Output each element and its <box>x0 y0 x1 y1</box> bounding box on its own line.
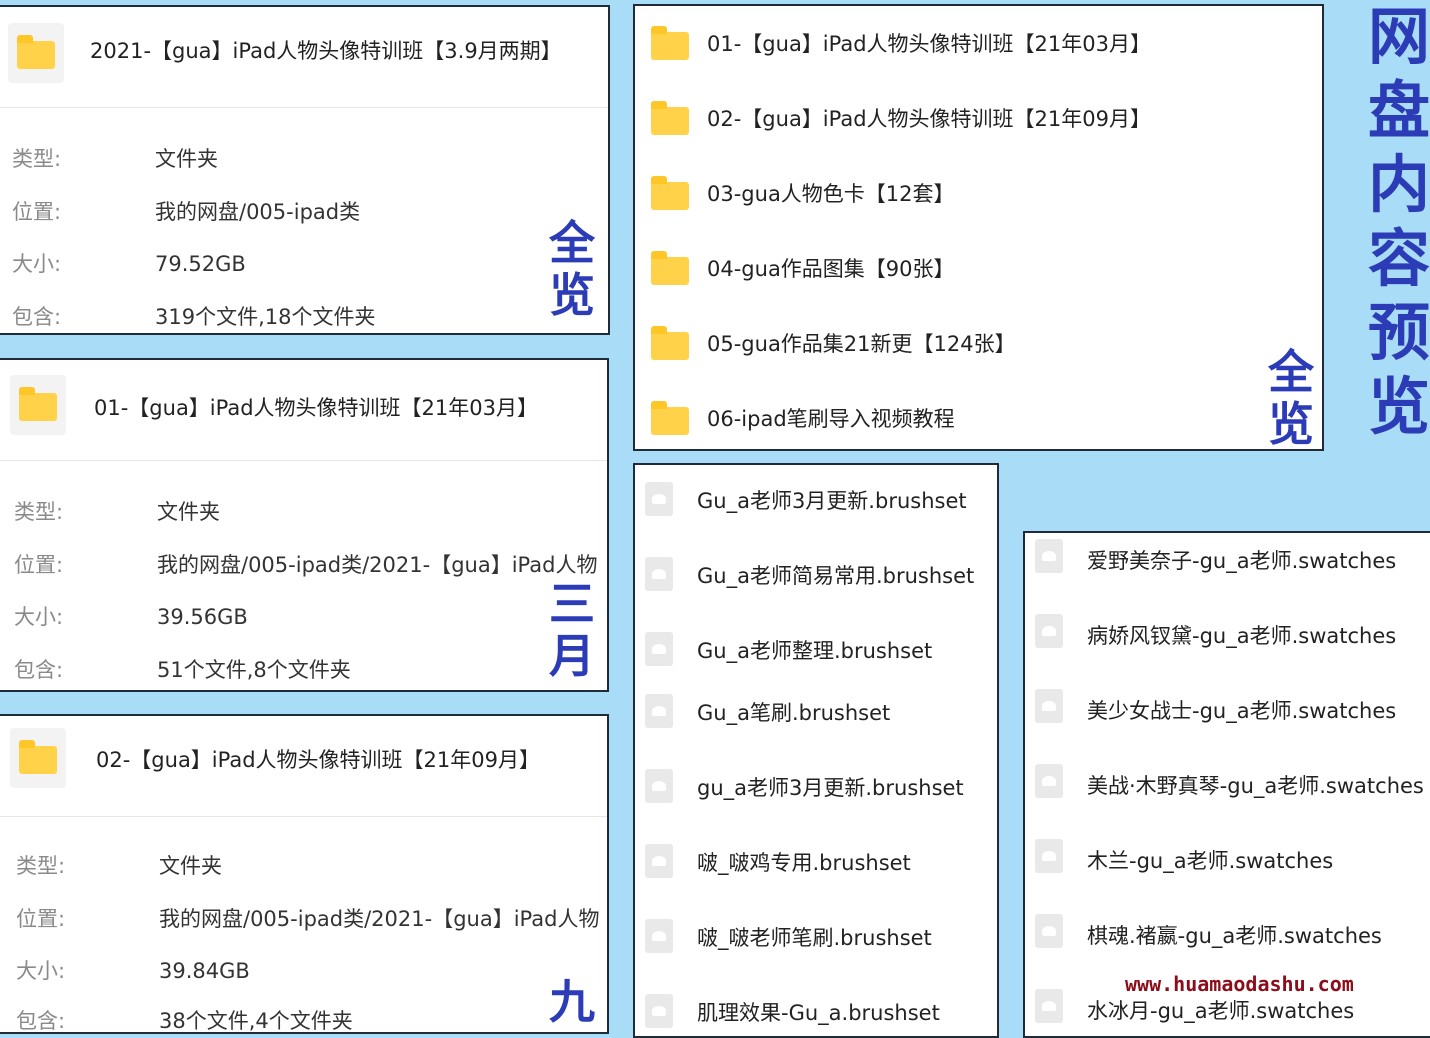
info-row-type: 类型: 文件夹 <box>12 147 218 171</box>
info-row-location: 位置: 我的网盘/005-ipad类/2021-【gua】iPad人物 <box>14 553 598 577</box>
file-icon <box>1035 839 1063 873</box>
file-icon <box>1035 689 1063 723</box>
folder-icon <box>651 26 689 60</box>
info-row-location: 位置: 我的网盘/005-ipad类 <box>12 200 361 224</box>
list-item[interactable]: 01-【gua】iPad人物头像特训班【21年03月】 <box>635 6 1322 81</box>
list-item[interactable]: 啵_啵老师笔刷.brushset <box>635 902 997 977</box>
file-icon <box>645 557 673 591</box>
tag-label: 全览 <box>1268 345 1314 451</box>
folder-icon <box>651 401 689 435</box>
file-icon <box>1035 614 1063 648</box>
folder-title[interactable]: 2021-【gua】iPad人物头像特训班【3.9月两期】 <box>90 35 562 65</box>
folder-title[interactable]: 01-【gua】iPad人物头像特训班【21年03月】 <box>94 392 538 422</box>
list-item[interactable]: 木兰-gu_a老师.swatches <box>1025 833 1430 908</box>
folder-icon <box>651 101 689 135</box>
list-item[interactable]: 肌理效果-Gu_a.brushset <box>635 977 997 1036</box>
list-item[interactable]: 03-gua人物色卡【12套】 <box>635 156 1322 231</box>
swatches-list-panel: 爱野美奈子-gu_a老师.swatches 病娇风钗黛-gu_a老师.swatc… <box>1023 531 1430 1038</box>
info-panel-header: 01-【gua】iPad人物头像特训班【21年03月】 <box>0 360 607 461</box>
file-icon <box>645 994 673 1028</box>
file-icon <box>1035 539 1063 573</box>
tag-label: 九 <box>549 975 595 1029</box>
info-row-location: 位置: 我的网盘/005-ipad类/2021-【gua】iPad人物 <box>16 907 600 931</box>
list-item[interactable]: 美战·木野真琴-gu_a老师.swatches <box>1025 758 1430 833</box>
file-icon <box>1035 989 1063 1023</box>
list-item[interactable]: 02-【gua】iPad人物头像特训班【21年09月】 <box>635 81 1322 156</box>
file-icon <box>1035 914 1063 948</box>
list-item[interactable]: 05-gua作品集21新更【124张】 <box>635 306 1322 381</box>
folder-icon <box>19 387 57 421</box>
side-title: 网盘内 容预览 <box>1368 0 1430 443</box>
list-item[interactable]: 病娇风钗黛-gu_a老师.swatches <box>1025 608 1430 683</box>
file-icon <box>645 844 673 878</box>
tag-label: 三月 <box>546 578 598 682</box>
brushset-list-panel: Gu_a老师3月更新.brushset Gu_a老师简易常用.brushset … <box>633 463 999 1038</box>
folder-icon-box <box>8 23 64 83</box>
info-panel-3: 02-【gua】iPad人物头像特训班【21年09月】 类型: 文件夹 位置: 我的… <box>0 714 609 1034</box>
list-item[interactable]: 美少女战士-gu_a老师.swatches <box>1025 683 1430 758</box>
info-row-contains: 包含: 51个文件,8个文件夹 <box>14 658 351 682</box>
folder-icon <box>651 176 689 210</box>
info-panel-header: 02-【gua】iPad人物头像特训班【21年09月】 <box>0 716 607 817</box>
list-item[interactable]: 04-gua作品图集【90张】 <box>635 231 1322 306</box>
info-row-contains: 包含: 319个文件,18个文件夹 <box>12 305 376 329</box>
list-item[interactable]: 啵_啵鸡专用.brushset <box>635 827 997 902</box>
file-icon <box>1035 764 1063 798</box>
watermark: www.huamaodashu.com <box>1125 972 1354 996</box>
folder-icon <box>17 35 55 69</box>
info-panel-header: 2021-【gua】iPad人物头像特训班【3.9月两期】 <box>0 7 608 108</box>
file-icon <box>645 919 673 953</box>
list-item[interactable]: gu_a老师3月更新.brushset <box>635 752 997 827</box>
list-item[interactable]: Gu_a老师简易常用.brushset <box>635 540 997 615</box>
tag-label: 全览 <box>549 216 595 322</box>
file-icon <box>645 482 673 516</box>
info-row-type: 类型: 文件夹 <box>16 854 222 878</box>
list-item[interactable]: 06-ipad笔刷导入视频教程 <box>635 381 1322 449</box>
file-icon <box>645 632 673 666</box>
list-item[interactable]: Gu_a笔刷.brushset <box>635 677 997 752</box>
info-row-size: 大小: 39.84GB <box>16 959 250 983</box>
folder-icon-box <box>10 728 66 788</box>
folder-title[interactable]: 02-【gua】iPad人物头像特训班【21年09月】 <box>96 744 540 774</box>
info-row-size: 大小: 39.56GB <box>14 605 248 629</box>
info-panel-2: 01-【gua】iPad人物头像特训班【21年03月】 类型: 文件夹 位置: 我的… <box>0 358 609 692</box>
folder-icon-box <box>10 375 66 435</box>
file-icon <box>645 769 673 803</box>
info-row-contains: 包含: 38个文件,4个文件夹 <box>16 1009 353 1033</box>
info-panel-1: 2021-【gua】iPad人物头像特训班【3.9月两期】 类型: 文件夹 位置:… <box>0 5 610 335</box>
list-item[interactable]: 爱野美奈子-gu_a老师.swatches <box>1025 533 1430 608</box>
folder-icon <box>651 326 689 360</box>
info-row-type: 类型: 文件夹 <box>14 500 220 524</box>
info-row-size: 大小: 79.52GB <box>12 252 246 276</box>
file-icon <box>645 694 673 728</box>
folder-list-panel: 01-【gua】iPad人物头像特训班【21年03月】 02-【gua】iPad… <box>633 4 1324 451</box>
folder-icon <box>19 740 57 774</box>
list-item[interactable]: Gu_a老师3月更新.brushset <box>635 465 997 540</box>
folder-icon <box>651 251 689 285</box>
